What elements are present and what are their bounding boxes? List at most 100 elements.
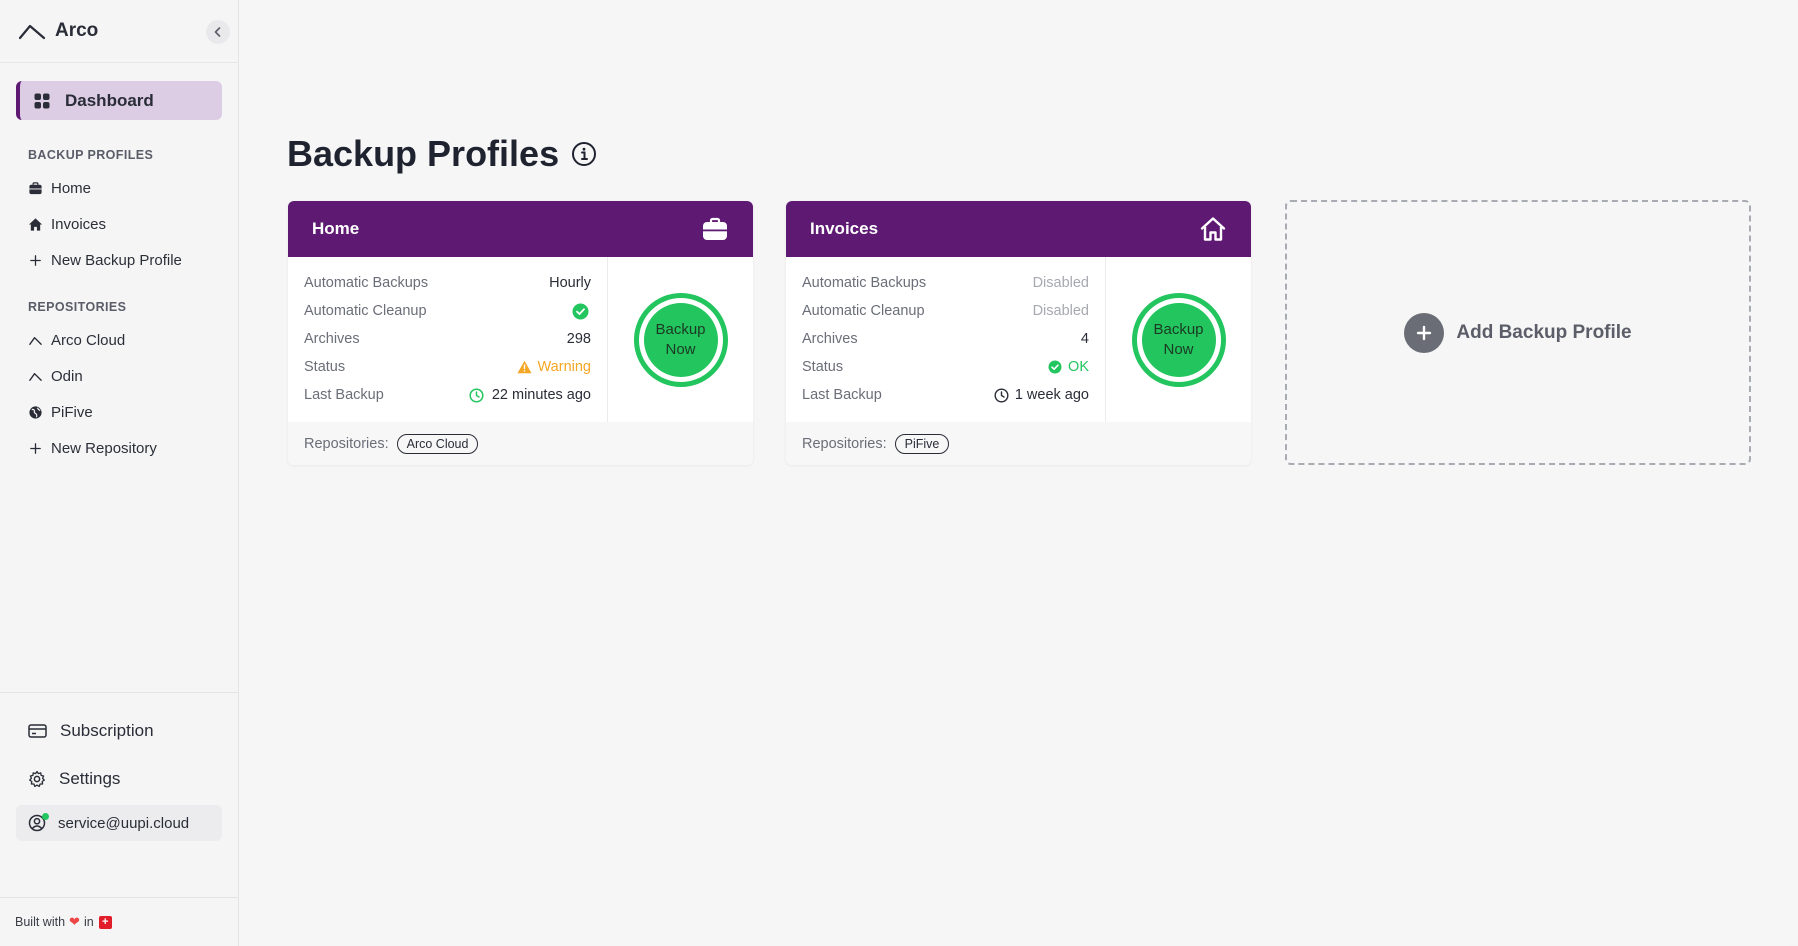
sidebar-item-label: Arco Cloud [51,331,126,349]
backup-profiles-section-title: BACKUP PROFILES [28,148,154,162]
main-content: Backup Profiles Home Automatic Backups H… [239,0,1798,946]
repositories-section-title: REPOSITORIES [28,300,127,314]
card-header[interactable]: Home [288,201,753,257]
info-icon[interactable] [571,141,597,167]
sidebar-item-invoices[interactable]: Invoices [0,206,238,242]
card-header[interactable]: Invoices [786,201,1251,257]
credit-card-icon [28,724,47,738]
footer-prefix: Built with [15,915,66,929]
nav-dashboard-label: Dashboard [65,90,154,110]
page-title-text: Backup Profiles [287,133,560,174]
page-title: Backup Profiles [287,133,597,175]
stat-last-backup: Last Backup 22 minutes ago [304,387,591,403]
sidebar-item-label: Invoices [51,215,107,233]
app-name: Arco [55,20,99,41]
house-icon [1200,217,1226,241]
house-icon [28,217,43,231]
plus-icon [30,442,41,454]
sidebar-bottom: Subscription Settings service@uupi.cloud [0,692,238,841]
stat-automatic-cleanup: Automatic Cleanup [304,297,591,325]
stat-status: Status OK [802,359,1089,375]
stat-archives: Archives 298 [304,331,591,347]
clock-icon [994,387,1009,403]
status-text: Warning [537,359,591,375]
repository-chip[interactable]: Arco Cloud [396,433,479,454]
nav-settings[interactable]: Settings [0,755,238,803]
dashboard-icon [34,93,50,108]
card-footer: Repositories: Arco Cloud [288,422,753,465]
backup-button-wrap: Backup Now [1106,257,1251,422]
repositories-list: Arco Cloud Odin PiFive New Repository [0,322,238,466]
card-body: Automatic Backups Hourly Automatic Clean… [288,257,753,422]
nav-subscription[interactable]: Subscription [0,707,238,755]
stats-list: Automatic Backups Hourly Automatic Clean… [288,257,608,422]
card-footer: Repositories: PiFive [786,422,1251,465]
warning-icon [517,360,532,374]
sidebar-footer: Built with ❤ in + [0,897,238,946]
card-title: Invoices [810,219,879,238]
sidebar-item-label: New Repository [51,439,157,457]
sidebar-item-label: New Backup Profile [51,251,182,269]
backup-now-label: Backup Now [643,302,718,377]
stat-automatic-cleanup: Automatic Cleanup Disabled [802,303,1089,319]
check-circle-icon [572,303,589,319]
status-text: OK [1068,359,1089,375]
sidebar-item-new-backup-profile[interactable]: New Backup Profile [0,242,238,278]
app-window: Arco Dashboard BACKUP PROFILES Home Invo… [0,0,1798,946]
backup-profile-card-invoices: Invoices Automatic Backups Disabled Auto… [786,201,1251,465]
swiss-flag-icon: + [98,915,112,929]
globe-icon [29,405,42,419]
sidebar-item-label: Home [51,179,92,197]
collapse-sidebar-button[interactable] [206,20,230,44]
sidebar-item-pifive[interactable]: PiFive [0,394,238,430]
repository-chip[interactable]: PiFive [894,433,950,454]
backup-now-button[interactable]: Backup Now [1131,292,1226,387]
gear-icon [29,770,45,788]
add-backup-profile-button[interactable]: Add Backup Profile [1285,200,1751,465]
nav-settings-label: Settings [59,769,121,788]
card-title: Home [312,219,360,238]
stat-last-backup: Last Backup 1 week ago [802,387,1089,403]
nav-subscription-label: Subscription [60,721,154,740]
sidebar-item-arco-cloud[interactable]: Arco Cloud [0,322,238,358]
sidebar-item-odin[interactable]: Odin [0,358,238,394]
nav-dashboard[interactable]: Dashboard [16,81,222,120]
sidebar-item-label: Odin [51,367,83,385]
last-backup-text: 1 week ago [1014,387,1089,403]
stat-automatic-backups: Automatic Backups Hourly [304,275,591,291]
stat-archives: Archives 4 [802,331,1089,347]
last-backup-text: 22 minutes ago [491,387,591,403]
user-account[interactable]: service@uupi.cloud [16,805,222,841]
online-status-dot [42,813,49,820]
card-body: Automatic Backups Disabled Automatic Cle… [786,257,1251,422]
sidebar-item-new-repository[interactable]: New Repository [0,430,238,466]
backup-now-button[interactable]: Backup Now [633,292,728,387]
footer-suffix: in [83,915,94,929]
plus-circle-icon [1404,312,1445,353]
arco-logo-icon [29,372,42,381]
backup-now-label: Backup Now [1141,302,1216,377]
arco-logo-icon [18,24,46,40]
user-email: service@uupi.cloud [58,814,190,832]
stat-automatic-backups: Automatic Backups Disabled [802,275,1089,291]
sidebar-item-home[interactable]: Home [0,170,238,206]
sidebar-item-label: PiFive [51,403,93,421]
brand-header: Arco [0,0,238,63]
chevron-left-icon [214,27,221,37]
repositories-label: Repositories: [802,435,887,452]
add-backup-profile-label: Add Backup Profile [1456,321,1632,343]
heart-icon: ❤ [69,914,80,929]
stats-list: Automatic Backups Disabled Automatic Cle… [786,257,1106,422]
sidebar: Arco Dashboard BACKUP PROFILES Home Invo… [0,0,239,946]
backup-profile-card-home: Home Automatic Backups Hourly Automatic … [288,201,753,465]
backup-button-wrap: Backup Now [608,257,753,422]
briefcase-icon [29,181,42,194]
repositories-label: Repositories: [304,435,389,452]
backup-profiles-list: Home Invoices New Backup Profile [0,170,238,278]
briefcase-icon [703,217,727,240]
check-circle-icon [1048,360,1062,374]
arco-logo-icon [29,336,42,345]
clock-icon [469,387,484,403]
stat-status: Status Warning [304,359,591,375]
plus-icon [30,254,41,266]
